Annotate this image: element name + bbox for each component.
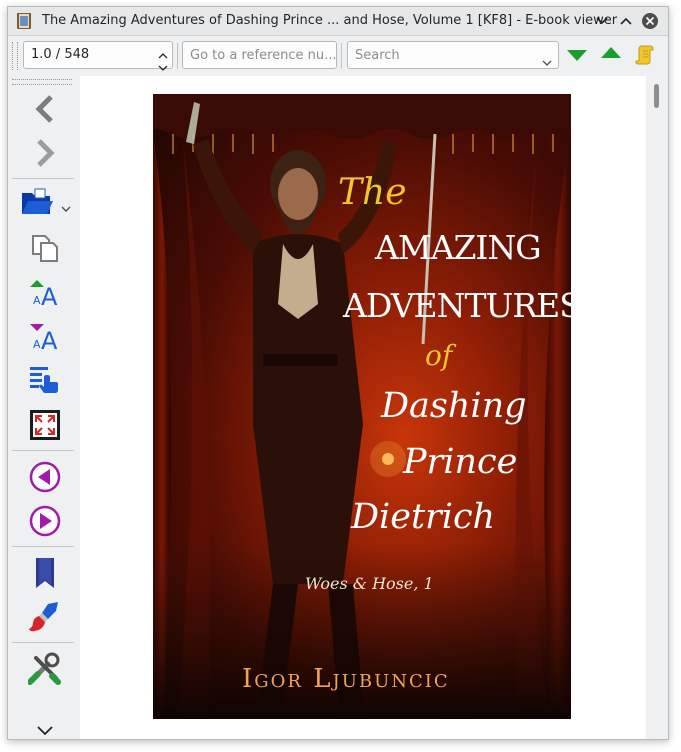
cover-title-the: The — [338, 172, 407, 213]
cover-title-adventures: ADVENTURES — [343, 286, 571, 325]
cover-title-dietrich: Dietrich — [351, 497, 496, 537]
toc-button[interactable] — [28, 363, 62, 397]
sidebar-separator — [12, 178, 74, 179]
font-decrease-icon: A A — [30, 324, 58, 353]
sidebar-separator — [12, 546, 74, 547]
scroll-icon — [635, 45, 654, 65]
chevron-down-icon[interactable] — [542, 51, 552, 77]
decrease-font-button[interactable]: A A — [28, 320, 62, 354]
copy-button[interactable] — [28, 231, 62, 265]
app-icon — [16, 12, 32, 30]
scrollbar-handle[interactable] — [654, 84, 659, 108]
arrow-right-icon — [37, 139, 55, 167]
fullscreen-button[interactable] — [28, 408, 62, 442]
previous-page-icon — [29, 461, 61, 493]
maximize-button[interactable] — [616, 11, 636, 31]
title-bar: The Amazing Adventures of Dashing Prince… — [8, 7, 668, 36]
open-menu-chevron[interactable] — [61, 198, 71, 217]
find-previous-button[interactable] — [600, 45, 622, 65]
toolbar-separator — [177, 43, 178, 69]
cover-title-amazing: AMAZING — [375, 228, 542, 267]
next-page-icon — [29, 505, 61, 537]
top-toolbar: 1.0 / 548 — [8, 36, 668, 75]
bookmark-icon — [36, 558, 54, 588]
chevron-down-icon — [596, 17, 608, 25]
book-cover: The AMAZING ADVENTURES of Dashing Prince… — [153, 94, 571, 719]
svg-text:A: A — [33, 338, 41, 351]
arrow-down-green-icon — [567, 50, 587, 61]
search-input[interactable] — [355, 42, 535, 68]
preferences-button[interactable] — [28, 652, 62, 686]
font-increase-icon: A A — [30, 280, 58, 309]
cover-author: Igor Ljubuncic — [242, 664, 450, 694]
reference-field[interactable] — [182, 41, 337, 69]
chevron-down-icon — [61, 206, 71, 212]
toc-icon — [30, 367, 58, 393]
find-next-button[interactable] — [566, 47, 588, 67]
svg-text:A: A — [41, 283, 58, 309]
previous-page-button[interactable] — [28, 460, 62, 494]
folder-open-icon — [22, 188, 53, 214]
increase-font-button[interactable]: A A — [28, 276, 62, 310]
toolbar-grip[interactable] — [12, 42, 18, 70]
sidebar-grip[interactable] — [12, 79, 72, 85]
next-page-button[interactable] — [28, 504, 62, 538]
tools-icon — [28, 652, 61, 685]
sidebar-separator — [12, 642, 74, 643]
left-toolbar: A A A A — [8, 76, 78, 739]
open-ebook-button[interactable] — [20, 186, 54, 220]
toolbar-separator — [341, 43, 342, 69]
cover-title-prince: Prince — [403, 442, 518, 482]
search-combobox[interactable] — [347, 41, 559, 69]
bookmarks-button[interactable] — [28, 556, 62, 590]
back-button[interactable] — [28, 92, 62, 126]
cover-title-dashing: Dashing — [381, 386, 527, 426]
chevron-down-icon — [37, 726, 53, 736]
close-button[interactable] — [640, 11, 660, 31]
more-tools-button[interactable] — [36, 721, 54, 739]
window-title: The Amazing Adventures of Dashing Prince… — [42, 13, 618, 28]
close-icon — [642, 13, 658, 29]
brush-icon — [29, 602, 58, 632]
highlight-button[interactable] — [635, 44, 655, 70]
cover-title-of: of — [425, 339, 453, 372]
copy-icon — [32, 235, 58, 262]
svg-text:A: A — [41, 327, 58, 353]
cover-series: Woes & Hose, 1 — [305, 574, 434, 593]
position-value: 1.0 / 548 — [31, 47, 90, 62]
chevron-up-icon — [620, 17, 632, 25]
reference-input[interactable] — [190, 42, 336, 68]
svg-text:A: A — [33, 294, 41, 307]
arrow-left-icon — [35, 95, 53, 123]
ebook-viewer-window: The Amazing Adventures of Dashing Prince… — [7, 6, 669, 740]
forward-button[interactable] — [28, 136, 62, 170]
minimize-button[interactable] — [592, 11, 612, 31]
theme-button[interactable] — [28, 600, 62, 634]
fullscreen-icon — [30, 410, 60, 440]
book-view[interactable]: The AMAZING ADVENTURES of Dashing Prince… — [80, 76, 646, 739]
vertical-scrollbar[interactable] — [646, 76, 668, 739]
arrow-up-green-icon — [601, 47, 621, 58]
sidebar-separator — [12, 450, 74, 451]
position-spinbox[interactable]: 1.0 / 548 — [23, 41, 173, 71]
